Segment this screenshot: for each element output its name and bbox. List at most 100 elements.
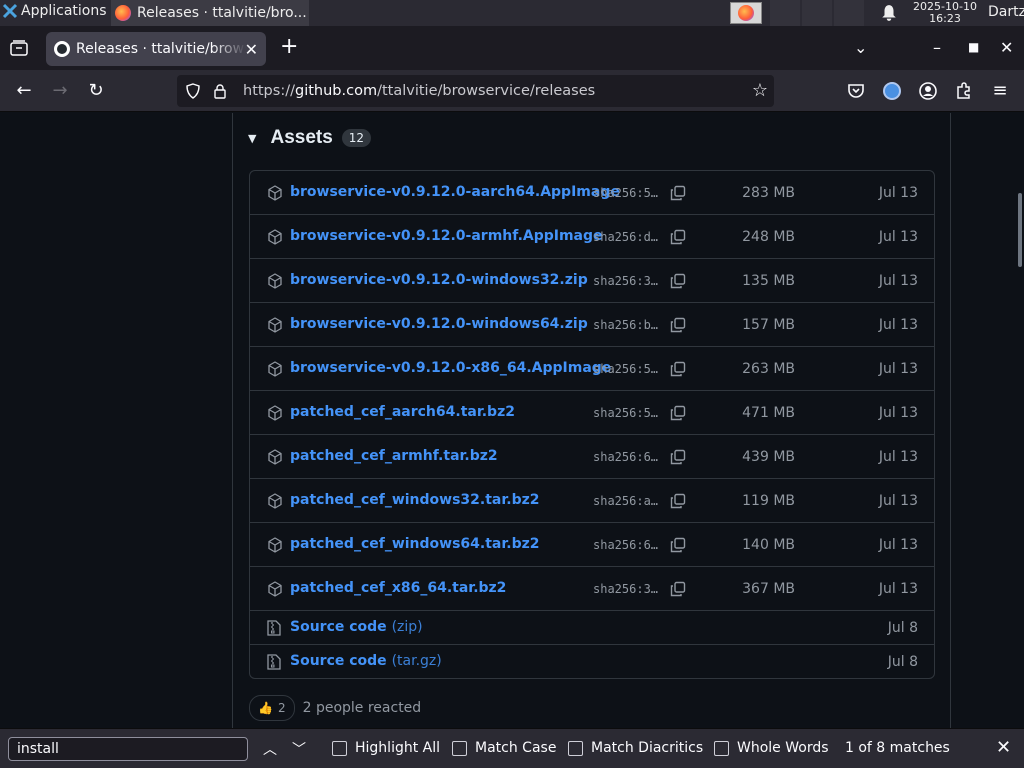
tab-releases[interactable]: Releases · ttalvitie/browservice ✕ xyxy=(46,32,266,66)
firefox-icon xyxy=(115,5,131,21)
collapse-caret-icon[interactable]: ▼ xyxy=(248,132,256,145)
tab-bar: Releases · ttalvitie/browservice ✕ + ⌄ –… xyxy=(0,26,1024,70)
scrollbar-thumb[interactable] xyxy=(1018,193,1022,267)
asset-date: Jul 13 xyxy=(878,537,918,553)
close-tab-icon[interactable]: ✕ xyxy=(245,40,258,59)
asset-date: Jul 13 xyxy=(878,229,918,245)
asset-sha256: sha256:5… xyxy=(593,406,659,420)
asset-sha256: sha256:3… xyxy=(593,582,659,596)
column-divider xyxy=(950,113,951,728)
source-code-date: Jul 8 xyxy=(887,620,918,636)
source-code-row: Source code (tar.gz) Jul 8 xyxy=(250,645,934,679)
asset-download-link[interactable]: patched_cef_windows32.tar.bz2 xyxy=(290,492,540,508)
find-previous-icon[interactable]: ︿ xyxy=(263,739,277,759)
file-zip-icon xyxy=(267,654,281,670)
url-bar[interactable]: https://github.com/ttalvitie/browservice… xyxy=(177,75,774,107)
asset-row: patched_cef_armhf.tar.bz2 sha256:6… 439 MB… xyxy=(250,435,934,479)
workspace-1[interactable] xyxy=(770,0,800,26)
close-find-bar-icon[interactable]: ✕ xyxy=(996,737,1011,758)
copy-icon[interactable] xyxy=(670,273,686,289)
source-code-link[interactable]: Source code (tar.gz) xyxy=(290,653,442,669)
asset-sha256: sha256:5… xyxy=(593,362,659,376)
copy-icon[interactable] xyxy=(670,405,686,421)
bookmark-star-icon[interactable]: ☆ xyxy=(752,80,768,101)
reload-icon[interactable]: ↻ xyxy=(86,81,106,101)
checkbox-box[interactable] xyxy=(332,740,347,756)
package-icon xyxy=(267,185,283,201)
checkbox-box[interactable] xyxy=(568,740,583,756)
maximize-icon[interactable]: ■ xyxy=(968,40,979,54)
thumbs-up-reaction-button[interactable]: 👍 2 xyxy=(249,695,295,721)
copy-icon[interactable] xyxy=(670,493,686,509)
package-icon xyxy=(267,405,283,421)
forward-icon[interactable]: → xyxy=(50,81,70,101)
asset-download-link[interactable]: patched_cef_windows64.tar.bz2 xyxy=(290,536,540,552)
pocket-icon[interactable] xyxy=(846,81,866,101)
minimize-icon[interactable]: – xyxy=(933,38,941,57)
applications-menu[interactable]: Applications xyxy=(2,3,107,19)
asset-download-link[interactable]: browservice-v0.9.12.0-aarch64.AppImage xyxy=(290,184,620,200)
app-menu-icon[interactable]: ≡ xyxy=(990,81,1010,101)
find-input[interactable]: install xyxy=(8,737,248,761)
copy-icon[interactable] xyxy=(670,581,686,597)
copy-icon[interactable] xyxy=(670,537,686,553)
url-prefix: https:// xyxy=(243,83,295,99)
url-path: /ttalvitie/browservice/releases xyxy=(377,83,596,99)
workspace-3[interactable] xyxy=(834,0,864,26)
asset-date: Jul 13 xyxy=(878,361,918,377)
copy-icon[interactable] xyxy=(670,449,686,465)
tab-manager-icon[interactable] xyxy=(10,40,28,56)
lock-icon[interactable] xyxy=(213,83,227,99)
highlight-all-checkbox[interactable]: Highlight All xyxy=(332,740,440,756)
asset-download-link[interactable]: browservice-v0.9.12.0-x86_64.AppImage xyxy=(290,360,611,376)
workspace-2[interactable] xyxy=(802,0,832,26)
close-window-icon[interactable]: ✕ xyxy=(1000,38,1013,57)
copy-icon[interactable] xyxy=(670,185,686,201)
find-next-icon[interactable]: ﹀ xyxy=(292,739,306,759)
tracking-protection-shield-icon[interactable] xyxy=(185,83,201,99)
source-code-label: Source code xyxy=(290,619,387,635)
asset-sha256: sha256:a… xyxy=(593,494,659,508)
workspace-switcher[interactable] xyxy=(770,0,864,26)
source-code-link[interactable]: Source code (zip) xyxy=(290,619,423,635)
tray-firefox-button[interactable] xyxy=(730,2,762,24)
applications-label: Applications xyxy=(21,3,107,19)
copy-icon[interactable] xyxy=(670,361,686,377)
source-code-row: Source code (zip) Jul 8 xyxy=(250,611,934,645)
extension-globe-icon[interactable] xyxy=(882,81,902,101)
copy-icon[interactable] xyxy=(670,229,686,245)
reaction-count: 2 xyxy=(277,701,286,715)
notification-bell-icon[interactable] xyxy=(880,4,898,22)
asset-download-link[interactable]: browservice-v0.9.12.0-windows64.zip xyxy=(290,316,588,332)
asset-date: Jul 13 xyxy=(878,273,918,289)
user-name[interactable]: Dartz xyxy=(988,4,1024,20)
package-icon xyxy=(267,317,283,333)
navigation-bar: ← → ↻ https://github.com/ttalvitie/brows… xyxy=(0,70,1024,112)
match-diacritics-checkbox[interactable]: Match Diacritics xyxy=(568,740,703,756)
whole-words-checkbox[interactable]: Whole Words xyxy=(714,740,829,756)
package-icon xyxy=(267,493,283,509)
asset-download-link[interactable]: patched_cef_x86_64.tar.bz2 xyxy=(290,580,506,596)
account-icon[interactable] xyxy=(918,81,938,101)
new-tab-button[interactable]: + xyxy=(280,34,298,59)
assets-summary[interactable]: ▼ Assets 12 xyxy=(248,127,372,149)
asset-download-link[interactable]: browservice-v0.9.12.0-armhf.AppImage xyxy=(290,228,603,244)
list-all-tabs-icon[interactable]: ⌄ xyxy=(854,38,867,57)
taskbar-firefox-window[interactable]: Releases · ttalvitie/bro... xyxy=(111,0,309,26)
checkbox-box[interactable] xyxy=(452,740,467,756)
copy-icon[interactable] xyxy=(670,317,686,333)
asset-size: 439 MB xyxy=(742,449,795,465)
asset-download-link[interactable]: patched_cef_aarch64.tar.bz2 xyxy=(290,404,515,420)
back-icon[interactable]: ← xyxy=(14,81,34,101)
match-case-checkbox[interactable]: Match Case xyxy=(452,740,556,756)
asset-date: Jul 13 xyxy=(878,493,918,509)
clock[interactable]: 2025-10-10 16:23 xyxy=(905,1,985,25)
asset-download-link[interactable]: browservice-v0.9.12.0-windows32.zip xyxy=(290,272,588,288)
asset-size: 283 MB xyxy=(742,185,795,201)
asset-download-link[interactable]: patched_cef_armhf.tar.bz2 xyxy=(290,448,498,464)
checkbox-box[interactable] xyxy=(714,740,729,756)
url-host: github.com xyxy=(294,83,378,99)
asset-row: browservice-v0.9.12.0-windows64.zip sha25… xyxy=(250,303,934,347)
extensions-puzzle-icon[interactable] xyxy=(954,81,974,101)
match-count: 1 of 8 matches xyxy=(845,740,950,756)
